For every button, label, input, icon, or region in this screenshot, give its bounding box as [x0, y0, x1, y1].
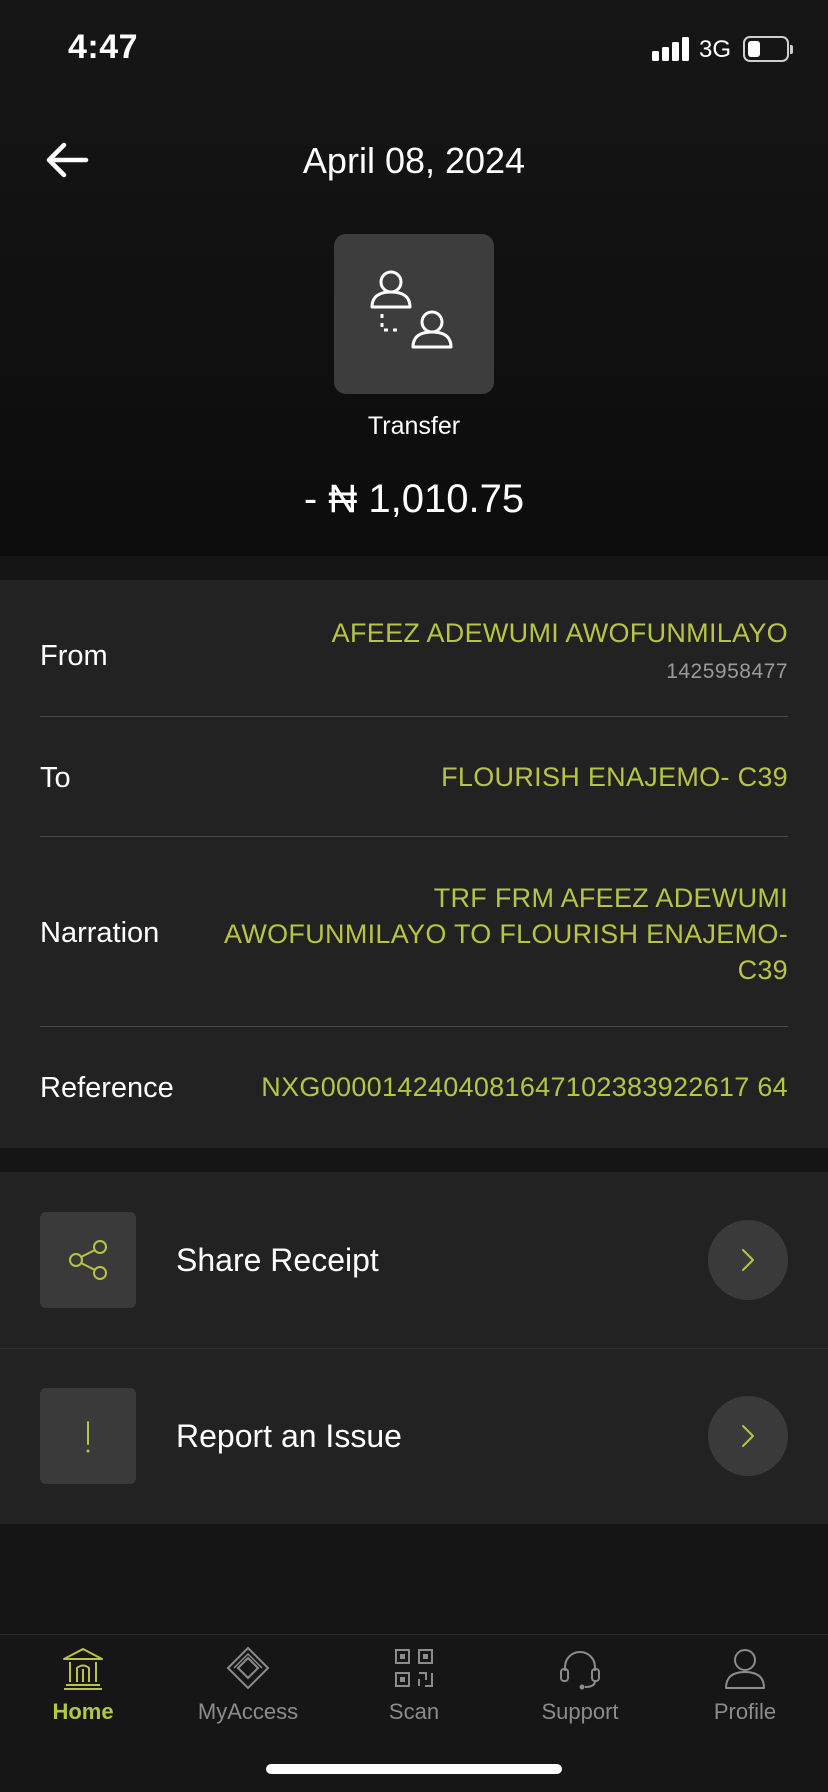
tab-label: Home	[52, 1699, 114, 1724]
tab-myaccess[interactable]: MyAccess	[165, 1645, 331, 1755]
qr-icon	[395, 1649, 433, 1687]
status-time: 4:47	[68, 28, 139, 66]
network-type: 3G	[699, 36, 732, 63]
detail-row-narration: Narration TRF FRM AFEEZ ADEWUMI AWOFUNMI…	[40, 880, 788, 1000]
page-title: April 08, 2024	[302, 140, 526, 181]
share-icon	[69, 1240, 107, 1280]
reference-value: NXG0000142404081647102383922617 64	[261, 1072, 788, 1102]
receipt-actions: Share Receipt Report an Issue	[0, 1172, 828, 1524]
report-issue-button[interactable]	[708, 1396, 788, 1476]
from-name: AFEEZ ADEWUMI AWOFUNMILAYO	[331, 618, 788, 648]
tab-scan[interactable]: Scan	[331, 1645, 497, 1755]
to-name: FLOURISH ENAJEMO- C39	[441, 762, 788, 792]
reference-label: Reference	[40, 1072, 174, 1104]
transaction-type-icon	[334, 234, 494, 394]
share-icon-box	[40, 1212, 136, 1308]
transaction-amount: - ₦ 1,010.75	[303, 477, 525, 521]
report-issue-row[interactable]: Report an Issue	[0, 1348, 828, 1524]
headset-icon	[560, 1651, 600, 1690]
from-account-number: 1425958477	[666, 660, 788, 683]
from-label: From	[40, 640, 108, 672]
exclamation-icon	[86, 1421, 90, 1453]
narration-label: Narration	[40, 917, 160, 949]
narration-line: AWOFUNMILAYO TO FLOURISH ENAJEMO-	[224, 919, 788, 949]
narration-line: TRF FRM AFEEZ ADEWUMI	[433, 883, 788, 913]
divider	[40, 716, 788, 717]
tab-label: MyAccess	[197, 1699, 299, 1724]
status-bar: 4:47 3G	[0, 0, 828, 100]
tab-label: Scan	[388, 1699, 440, 1724]
transaction-type-label: Transfer	[367, 412, 461, 440]
share-receipt-label: Share Receipt	[176, 1242, 379, 1278]
narration-value: TRF FRM AFEEZ ADEWUMI AWOFUNMILAYO TO FL…	[224, 880, 788, 988]
tab-profile[interactable]: Profile	[662, 1645, 828, 1755]
diamond-icon	[226, 1646, 270, 1690]
share-receipt-button[interactable]	[708, 1220, 788, 1300]
detail-row-reference: Reference NXG000014240408164710238392261…	[40, 1072, 788, 1112]
chevron-right-icon	[742, 1249, 754, 1271]
home-indicator[interactable]	[266, 1764, 562, 1774]
share-receipt-row[interactable]: Share Receipt	[0, 1172, 828, 1349]
divider	[40, 836, 788, 837]
transaction-details: From AFEEZ ADEWUMI AWOFUNMILAYO 14259584…	[0, 580, 828, 1148]
tab-support[interactable]: Support	[497, 1645, 663, 1755]
signal-icon	[652, 37, 689, 61]
transaction-header: 4:47 3G April 08, 2024 Transfer - ₦ 1,01…	[0, 0, 828, 556]
tab-label: Profile	[713, 1699, 777, 1724]
person-icon	[725, 1649, 765, 1689]
bank-icon	[63, 1648, 103, 1690]
detail-row-to: To FLOURISH ENAJEMO- C39	[40, 762, 788, 802]
to-label: To	[40, 762, 71, 794]
tab-home[interactable]: Home	[0, 1645, 166, 1755]
divider	[40, 1026, 788, 1027]
tab-label: Support	[541, 1699, 619, 1724]
narration-line: C39	[737, 955, 788, 985]
report-issue-label: Report an Issue	[176, 1418, 402, 1454]
chevron-right-icon	[742, 1425, 754, 1447]
report-icon-box	[40, 1388, 136, 1484]
transfer-icon	[370, 270, 453, 349]
detail-row-from: From AFEEZ ADEWUMI AWOFUNMILAYO 14259584…	[40, 618, 788, 708]
battery-icon	[743, 36, 793, 62]
